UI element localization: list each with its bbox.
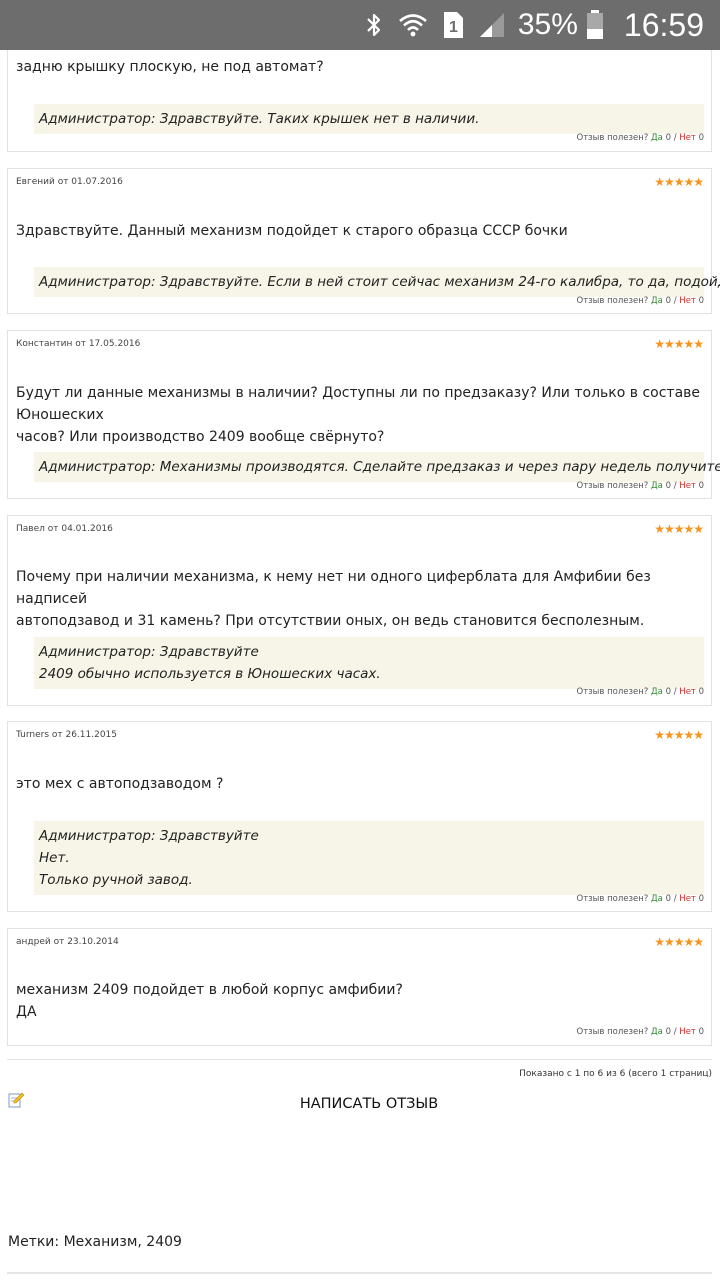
- review-card: Константин от 17.05.2016 ★★★★★ Будут ли …: [7, 330, 720, 499]
- helpful-yes-count: 0: [665, 296, 672, 306]
- star-rating: ★★★★★: [654, 175, 704, 189]
- helpful-yes-link[interactable]: Да: [651, 481, 663, 491]
- review-card: Turners от 26.11.2015 ★★★★★ это мех с ав…: [7, 721, 712, 912]
- review-card: Евгений от 01.07.2016 ★★★★★ Здравствуйте…: [7, 168, 720, 314]
- admin-reply-line: Администратор: Здравствуйте: [39, 828, 259, 844]
- review-author: Константин от 17.05.2016: [16, 339, 141, 349]
- admin-reply-line: Только ручной завод.: [39, 872, 193, 888]
- admin-reply: Администратор: Здравствуйте. Таких крыше…: [34, 104, 704, 134]
- admin-reply-line: Администратор: Здравствуйте: [39, 644, 259, 660]
- helpful-no-count: 0: [698, 133, 704, 143]
- review-text: задню крышку плоскую, не под автомат?: [16, 56, 701, 78]
- battery-percent: 35%: [517, 8, 578, 41]
- helpful-no-link[interactable]: Нет: [679, 687, 696, 697]
- review-text-line: часов? Или производство 2409 вообще свёр…: [16, 429, 385, 445]
- admin-reply-line: Администратор: Здравствуйте. Таких крыше…: [39, 111, 480, 127]
- review-text-line: задню крышку плоскую, не под автомат?: [16, 59, 324, 75]
- clock: 16:59: [623, 6, 704, 43]
- helpful-yes-link[interactable]: Да: [651, 894, 663, 904]
- review-text-line: автоподзавод и 31 камень? При отсутствии…: [16, 613, 645, 629]
- review-text-line: механизм 2409 подойдет в любой корпус ам…: [16, 982, 403, 998]
- helpful-label: Отзыв полезен?: [576, 296, 649, 306]
- review-author: андрей от 23.10.2014: [16, 937, 119, 947]
- helpful-no-link[interactable]: Нет: [679, 894, 696, 904]
- helpful-yes-link[interactable]: Да: [651, 296, 663, 306]
- review-author: Павел от 04.01.2016: [16, 524, 113, 534]
- helpful-separator: /: [673, 133, 677, 143]
- review-text: механизм 2409 подойдет в любой корпус ам…: [16, 979, 701, 1023]
- status-bar: 1 35% 16:59: [0, 0, 720, 50]
- admin-reply: Администратор: Здравствуйте 2409 обычно …: [34, 637, 704, 689]
- helpful-no-count: 0: [698, 481, 704, 491]
- review-text-line: Почему при наличии механизма, к нему нет…: [16, 569, 651, 607]
- helpful-yes-count: 0: [665, 687, 672, 697]
- write-review-link[interactable]: НАПИСАТЬ ОТЗЫВ: [0, 1096, 720, 1112]
- helpful-yes-count: 0: [665, 133, 672, 143]
- admin-reply-line: Администратор: Здравствуйте. Если в ней …: [39, 274, 720, 290]
- helpful-vote: Отзыв полезен? Да 0 / Нет 0: [577, 687, 705, 697]
- helpful-label: Отзыв полезен?: [576, 687, 649, 697]
- review-card: андрей от 23.10.2014 ★★★★★ механизм 2409…: [7, 928, 712, 1046]
- section-divider: [7, 1059, 712, 1060]
- helpful-separator: /: [673, 894, 677, 904]
- wifi-icon: [398, 12, 428, 38]
- helpful-label: Отзыв полезен?: [576, 133, 649, 143]
- sim-number: 1: [449, 19, 458, 36]
- review-text-line: это мех с автоподзаводом ?: [16, 776, 224, 792]
- helpful-label: Отзыв полезен?: [576, 1027, 649, 1037]
- admin-reply: Администратор: Механизмы производятся. С…: [34, 452, 720, 482]
- admin-reply-line: 2409 обычно используется в Юношеских час…: [39, 666, 381, 682]
- tags-line: Метки: Механизм, 2409: [8, 1234, 182, 1250]
- review-text: Почему при наличии механизма, к нему нет…: [16, 566, 701, 632]
- helpful-no-count: 0: [698, 687, 704, 697]
- section-divider: [7, 1272, 712, 1274]
- helpful-no-count: 0: [698, 894, 704, 904]
- review-card: Павел от 04.01.2016 ★★★★★ Почему при нал…: [7, 515, 712, 706]
- helpful-separator: /: [673, 296, 677, 306]
- helpful-yes-link[interactable]: Да: [651, 133, 663, 143]
- helpful-yes-link[interactable]: Да: [651, 1027, 663, 1037]
- admin-reply-line: Нет.: [39, 850, 70, 866]
- helpful-no-link[interactable]: Нет: [679, 1027, 696, 1037]
- helpful-vote: Отзыв полезен? Да 0 / Нет 0: [577, 1027, 705, 1037]
- star-rating: ★★★★★: [654, 337, 704, 351]
- helpful-yes-link[interactable]: Да: [651, 687, 663, 697]
- review-author: Turners от 26.11.2015: [16, 730, 118, 740]
- helpful-vote: Отзыв полезен? Да 0 / Нет 0: [577, 481, 705, 491]
- admin-reply: Администратор: Здравствуйте. Если в ней …: [34, 267, 720, 297]
- helpful-vote: Отзыв полезен? Да 0 / Нет 0: [577, 296, 705, 306]
- admin-reply-line: Администратор: Механизмы производятся. С…: [39, 459, 720, 475]
- pagination-info: Показано с 1 по 6 из 6 (всего 1 страниц): [519, 1069, 712, 1079]
- review-text: Будут ли данные механизмы в наличии? Дос…: [16, 382, 701, 448]
- review-text: это мех с автоподзаводом ?: [16, 773, 701, 795]
- helpful-label: Отзыв полезен?: [576, 481, 649, 491]
- star-rating: ★★★★★: [654, 522, 704, 536]
- helpful-vote: Отзыв полезен? Да 0 / Нет 0: [577, 894, 705, 904]
- helpful-yes-count: 0: [665, 894, 672, 904]
- helpful-no-link[interactable]: Нет: [679, 296, 696, 306]
- review-text-line: Здравствуйте. Данный механизм подойдет к…: [16, 223, 568, 239]
- bluetooth-icon: [364, 11, 384, 39]
- helpful-no-link[interactable]: Нет: [679, 481, 696, 491]
- helpful-no-count: 0: [698, 1027, 704, 1037]
- helpful-no-link[interactable]: Нет: [679, 133, 696, 143]
- star-rating: ★★★★★: [654, 728, 704, 742]
- helpful-yes-count: 0: [665, 1027, 672, 1037]
- helpful-separator: /: [673, 1027, 677, 1037]
- helpful-separator: /: [673, 687, 677, 697]
- review-text-line: Будут ли данные механизмы в наличии? Дос…: [16, 385, 701, 423]
- review-text: Здравствуйте. Данный механизм подойдет к…: [16, 220, 701, 242]
- battery-icon: [586, 10, 604, 40]
- helpful-yes-count: 0: [665, 481, 672, 491]
- helpful-label: Отзыв полезен?: [576, 894, 649, 904]
- helpful-no-count: 0: [698, 296, 704, 306]
- helpful-separator: /: [673, 481, 677, 491]
- review-author: Евгений от 01.07.2016: [16, 177, 123, 187]
- sim-card-icon: 1: [442, 11, 464, 39]
- review-text-line: ДА: [16, 1004, 37, 1020]
- cellular-signal-icon: [478, 11, 506, 39]
- star-rating: ★★★★★: [654, 935, 704, 949]
- helpful-vote: Отзыв полезен? Да 0 / Нет 0: [577, 133, 705, 143]
- admin-reply: Администратор: Здравствуйте Нет. Только …: [34, 821, 704, 895]
